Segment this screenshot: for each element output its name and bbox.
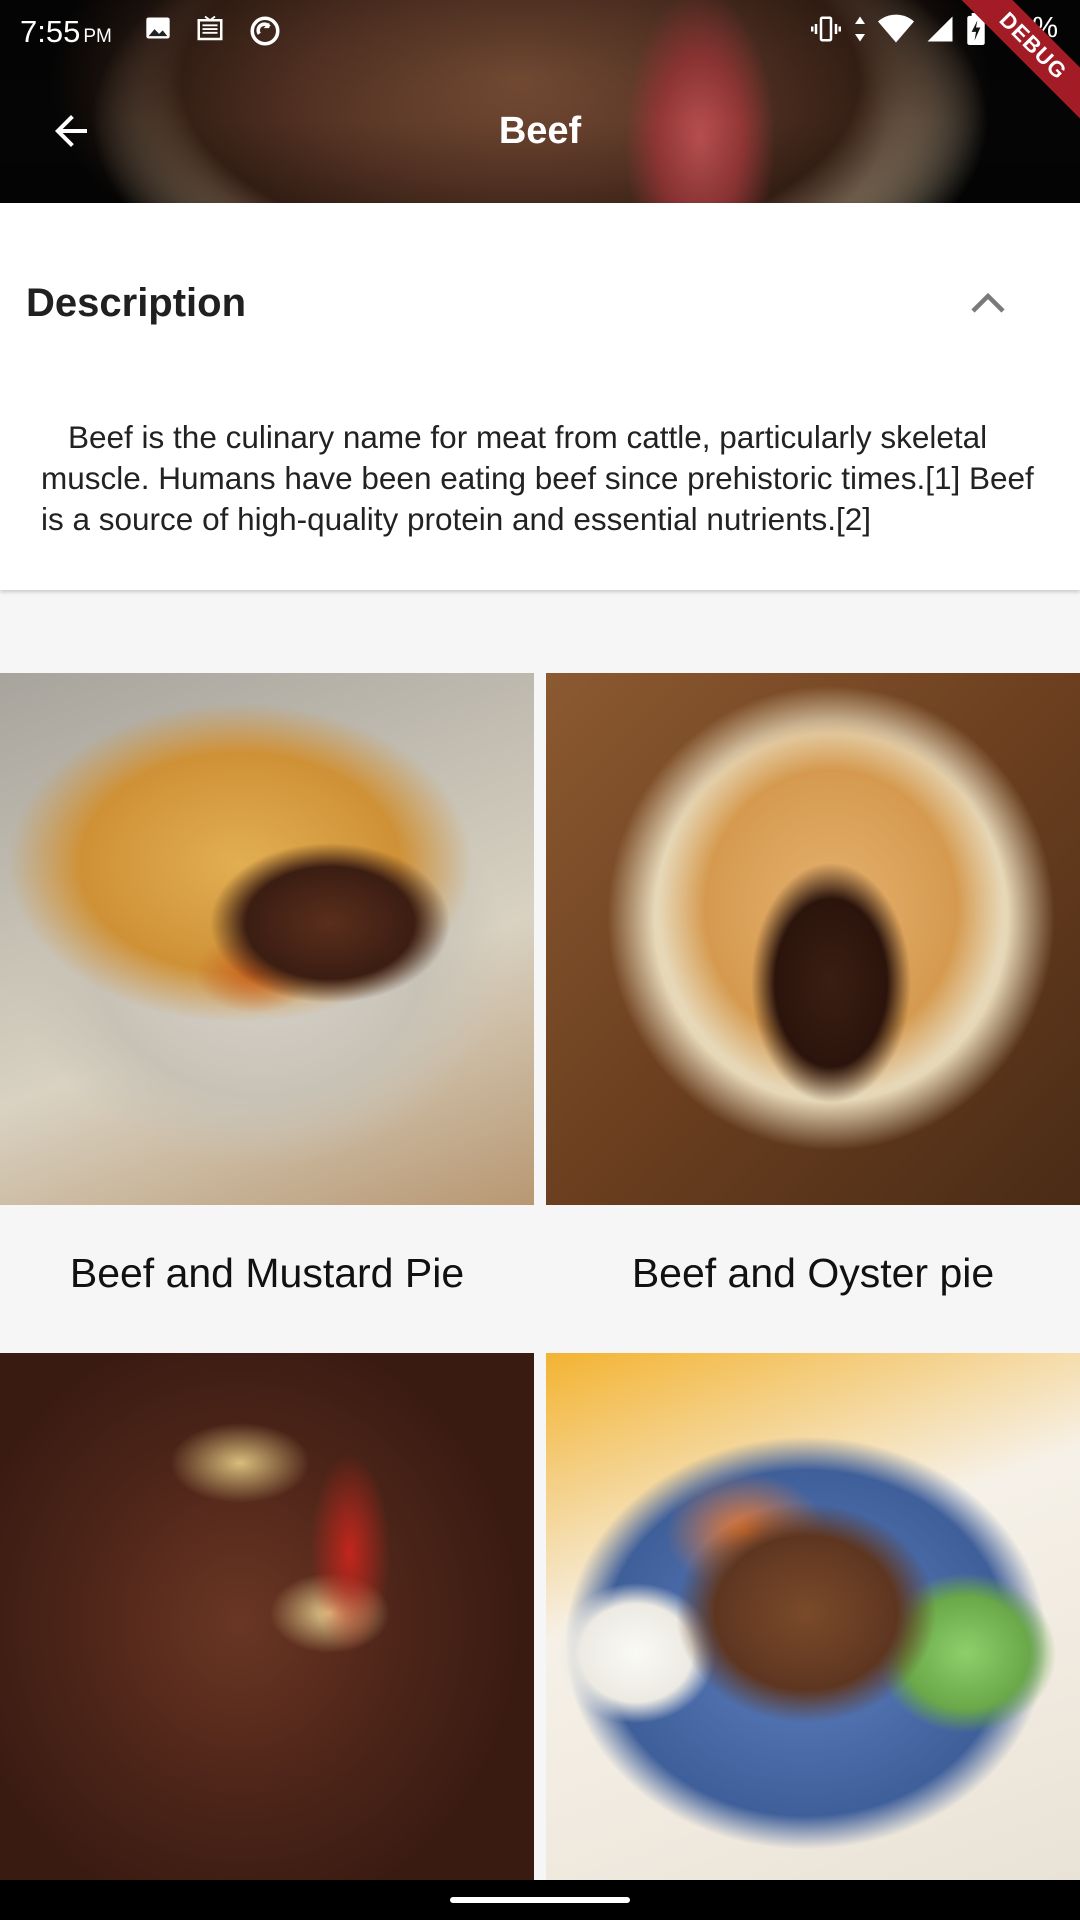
meal-image (546, 1353, 1080, 1880)
home-gesture-handle[interactable] (450, 1897, 630, 1903)
meal-image (0, 673, 534, 1205)
meal-image (0, 1353, 534, 1880)
data-arrows-icon (854, 16, 865, 41)
description-text: Beef is the culinary name for meat from … (41, 419, 1034, 537)
meal-card[interactable] (546, 1353, 1080, 1880)
meal-image (546, 673, 1080, 1205)
signal-icon (927, 16, 953, 41)
image-icon (146, 17, 170, 39)
page-title: Beef (498, 110, 582, 152)
sync-icon (250, 16, 280, 46)
status-bar: 7:55PM 98% (0, 0, 1080, 62)
news-icon (197, 15, 223, 41)
collapse-toggle[interactable] (968, 287, 1008, 317)
chevron-up-icon (971, 292, 1005, 313)
meal-name: Beef and Oyster pie (631, 1249, 995, 1296)
meal-name: Beef and Mustard Pie (69, 1249, 465, 1296)
meal-card[interactable]: Beef and Mustard Pie (0, 673, 534, 1341)
app-bar: Beef (0, 74, 1080, 190)
description-heading[interactable]: Description (26, 281, 246, 326)
wifi-icon (877, 14, 914, 42)
system-navigation-bar (0, 1880, 1080, 1920)
description-panel: Description Beef is the culinary name fo… (0, 203, 1080, 590)
vibrate-icon (810, 16, 841, 41)
meal-card[interactable] (0, 1353, 534, 1880)
meal-card[interactable]: Beef and Oyster pie (546, 673, 1080, 1341)
status-time: 7:55 PM (20, 14, 112, 49)
category-header-image: 7:55PM 98% DEBUG Beef (0, 0, 1080, 203)
